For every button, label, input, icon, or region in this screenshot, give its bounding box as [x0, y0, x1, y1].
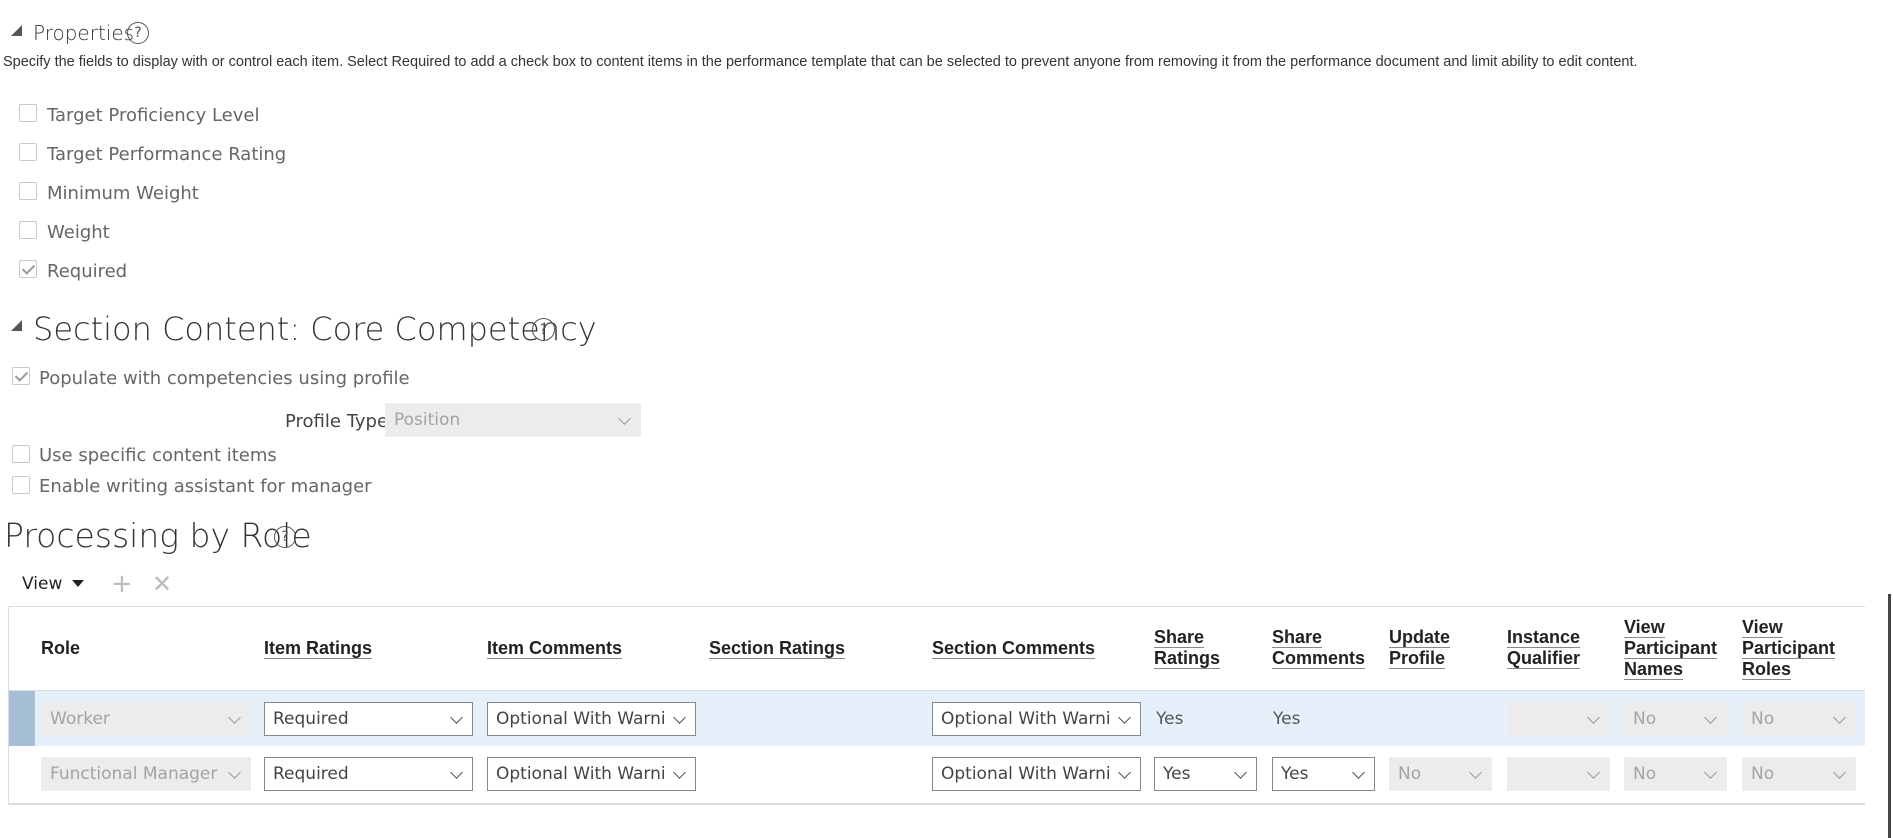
profile-type-select[interactable]: Position — [385, 403, 641, 437]
chevron-down-icon — [1587, 711, 1600, 724]
dropdown-triangle-icon — [71, 580, 84, 587]
label-weight: Weight — [47, 222, 110, 243]
checkbox-use-specific-content[interactable] — [12, 445, 30, 463]
column-header-share-comments[interactable]: Share Comments — [1272, 627, 1382, 669]
chevron-down-icon — [1234, 766, 1247, 779]
checkbox-target-proficiency-level[interactable] — [19, 104, 37, 122]
view-participant-roles-select[interactable]: No — [1742, 757, 1856, 791]
chevron-down-icon — [228, 766, 241, 779]
item-comments-select[interactable]: Optional With Warning — [487, 702, 696, 736]
checkbox-writing-assistant[interactable] — [12, 476, 30, 494]
chevron-down-icon — [1833, 766, 1846, 779]
chevron-down-icon — [1118, 711, 1131, 724]
role-select[interactable]: Functional Manager — [41, 757, 251, 791]
column-header-section-comments[interactable]: Section Comments — [932, 638, 1096, 659]
help-icon[interactable]: ? — [127, 22, 149, 44]
scrollbar[interactable] — [1888, 594, 1891, 838]
instance-qualifier-select[interactable] — [1507, 757, 1610, 791]
checkbox-target-performance-rating[interactable] — [19, 143, 37, 161]
checkbox-populate-competencies[interactable] — [12, 367, 30, 385]
delete-icon[interactable]: ✕ — [152, 572, 172, 596]
properties-title: Properties — [33, 21, 135, 45]
section-comments-select[interactable]: Optional With Warning — [932, 702, 1141, 736]
collapse-triangle-icon[interactable] — [11, 25, 22, 36]
chevron-down-icon — [1352, 766, 1365, 779]
checkbox-weight[interactable] — [19, 221, 37, 239]
column-header-item-ratings[interactable]: Item Ratings — [264, 638, 373, 659]
share-ratings-value: Yes — [1156, 709, 1184, 729]
add-icon[interactable]: + — [111, 571, 133, 597]
column-header-view-participant-roles[interactable]: View Participant Roles — [1742, 617, 1842, 680]
table-top-border — [8, 606, 1865, 607]
chevron-down-icon — [673, 711, 686, 724]
properties-description: Specify the fields to display with or co… — [3, 54, 1638, 70]
label-use-specific-content: Use specific content items — [39, 445, 277, 466]
share-ratings-select[interactable]: Yes — [1154, 757, 1257, 791]
label-required: Required — [47, 261, 128, 282]
label-writing-assistant: Enable writing assistant for manager — [39, 476, 372, 497]
label-populate-competencies: Populate with competencies using profile — [39, 368, 410, 389]
checkbox-minimum-weight[interactable] — [19, 182, 37, 200]
column-header-view-participant-names[interactable]: View Participant Names — [1624, 617, 1724, 680]
item-comments-select[interactable]: Optional With Warning — [487, 757, 696, 791]
chevron-down-icon — [450, 766, 463, 779]
label-target-performance-rating: Target Performance Rating — [47, 144, 287, 165]
chevron-down-icon — [1704, 711, 1717, 724]
chevron-down-icon — [1118, 766, 1131, 779]
chevron-down-icon — [1704, 766, 1717, 779]
chevron-down-icon — [228, 711, 241, 724]
table-bottom-border — [8, 803, 1865, 805]
row-selected-marker — [9, 691, 35, 746]
chevron-down-icon — [450, 711, 463, 724]
checkbox-required[interactable] — [19, 260, 37, 278]
collapse-triangle-icon[interactable] — [11, 320, 22, 331]
instance-qualifier-select[interactable] — [1507, 702, 1610, 736]
column-header-item-comments[interactable]: Item Comments — [487, 638, 623, 659]
column-header-instance-qualifier[interactable]: Instance Qualifier — [1507, 627, 1597, 669]
chevron-down-icon — [1587, 766, 1600, 779]
chevron-down-icon — [618, 412, 631, 425]
help-icon[interactable]: ? — [532, 318, 555, 341]
view-menu[interactable]: View — [22, 574, 84, 594]
share-comments-select[interactable]: Yes — [1272, 757, 1375, 791]
profile-type-label: Profile Type — [285, 411, 389, 432]
column-header-role[interactable]: Role — [41, 638, 80, 659]
share-comments-value: Yes — [1273, 709, 1301, 729]
label-minimum-weight: Minimum Weight — [47, 183, 199, 204]
chevron-down-icon — [1469, 766, 1482, 779]
view-participant-names-select[interactable]: No — [1624, 757, 1727, 791]
update-profile-select[interactable]: No — [1389, 757, 1492, 791]
column-header-update-profile[interactable]: Update Profile — [1389, 627, 1469, 669]
view-participant-roles-select[interactable]: No — [1742, 702, 1856, 736]
view-participant-names-select[interactable]: No — [1624, 702, 1727, 736]
role-select[interactable]: Worker — [41, 702, 251, 736]
item-ratings-select[interactable]: Required — [264, 757, 473, 791]
column-header-share-ratings[interactable]: Share Ratings — [1154, 627, 1234, 669]
section-content-title: Section Content: Core Competency — [33, 310, 597, 348]
item-ratings-select[interactable]: Required — [264, 702, 473, 736]
chevron-down-icon — [673, 766, 686, 779]
chevron-down-icon — [1833, 711, 1846, 724]
label-target-proficiency-level: Target Proficiency Level — [47, 105, 260, 126]
help-icon[interactable]: ? — [274, 526, 296, 548]
processing-title: Processing by Role — [4, 516, 312, 555]
section-comments-select[interactable]: Optional With Warning — [932, 757, 1141, 791]
column-header-section-ratings[interactable]: Section Ratings — [709, 638, 846, 659]
